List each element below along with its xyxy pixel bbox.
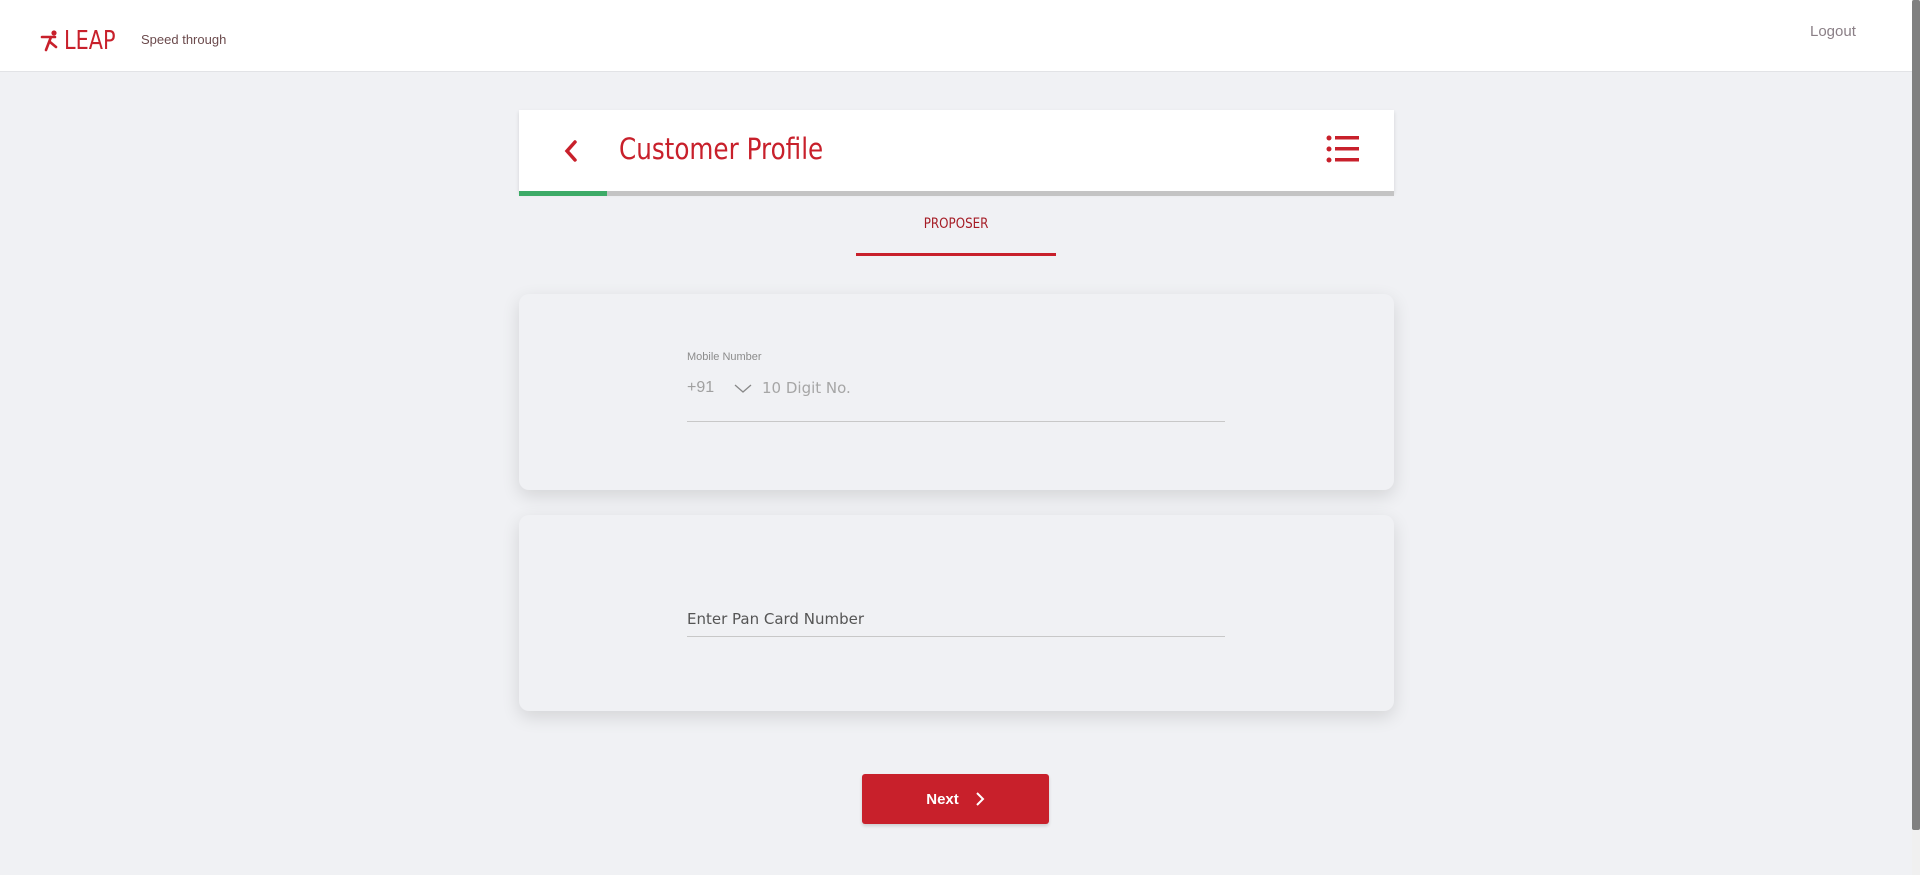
country-code-select[interactable]: +91 <box>687 379 732 397</box>
mobile-number-field[interactable]: Mobile Number +91 10 Digit No. <box>687 351 1225 422</box>
back-chevron-icon[interactable] <box>559 136 583 166</box>
tab-label: PROPOSER <box>923 216 989 232</box>
scrollbar-thumb[interactable] <box>1912 0 1920 830</box>
logout-link[interactable]: Logout <box>1810 23 1856 40</box>
pan-card: Enter Pan Card Number <box>519 515 1394 711</box>
chevron-down-icon[interactable] <box>732 381 754 395</box>
page-header-card: Customer Profile <box>519 110 1394 196</box>
top-bar: LEAP Speed through Logout <box>0 0 1912 72</box>
mobile-number-input[interactable]: 10 Digit No. <box>762 379 851 397</box>
scrollbar[interactable] <box>1912 0 1920 875</box>
mobile-card: Mobile Number +91 10 Digit No. <box>519 294 1394 490</box>
next-label: Next <box>926 790 959 808</box>
leap-logo[interactable]: LEAP <box>40 26 128 56</box>
chevron-right-icon <box>976 792 985 806</box>
mobile-number-label: Mobile Number <box>687 351 762 363</box>
pan-number-field[interactable]: Enter Pan Card Number <box>687 603 1225 637</box>
runner-icon <box>40 30 58 52</box>
tab-active-underline <box>856 253 1056 256</box>
list-menu-icon[interactable] <box>1326 134 1360 164</box>
tagline: Speed through <box>141 32 227 47</box>
page-title: Customer Profile <box>619 132 824 166</box>
progress-fill <box>519 191 607 196</box>
progress-bar <box>519 191 1394 196</box>
next-button[interactable]: Next <box>862 774 1049 824</box>
brand-name: LEAP <box>64 26 116 56</box>
tab-proposer[interactable]: PROPOSER <box>856 216 1056 256</box>
pan-number-input[interactable]: Enter Pan Card Number <box>687 610 864 628</box>
